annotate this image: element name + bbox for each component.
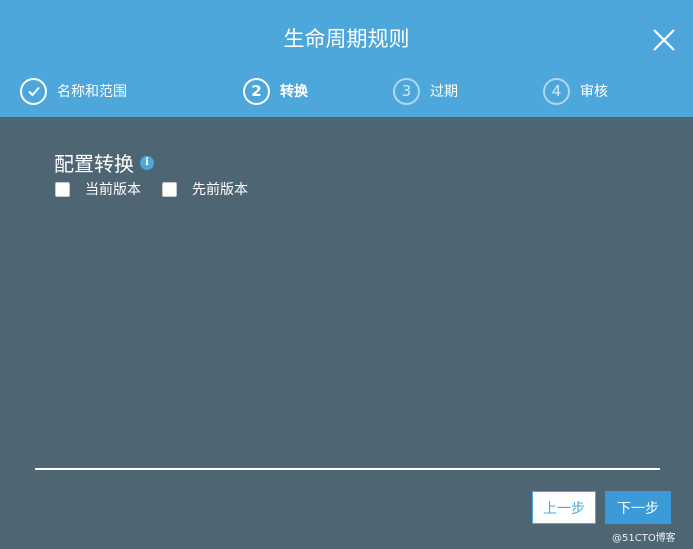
section-title: 配置转换 i (54, 148, 154, 177)
step-transition[interactable]: 2 转换 (243, 76, 308, 106)
next-button[interactable]: 下一步 (605, 491, 671, 524)
step-label: 转换 (280, 84, 308, 100)
check-circle-icon (20, 77, 47, 105)
dialog-title: 生命周期规则 (283, 27, 410, 51)
previous-version-checkbox[interactable] (162, 181, 177, 197)
step-label: 过期 (430, 84, 458, 100)
footer-divider (35, 468, 660, 470)
step-review[interactable]: 4 审核 (543, 76, 608, 106)
current-version-option[interactable]: 当前版本 (55, 179, 141, 199)
step-label: 名称和范围 (57, 84, 127, 100)
step-label: 审核 (580, 84, 608, 100)
section-title-text: 配置转换 (54, 152, 134, 176)
info-icon[interactable]: i (140, 155, 154, 170)
current-version-label: 当前版本 (85, 182, 141, 198)
previous-button[interactable]: 上一步 (532, 491, 596, 524)
current-version-checkbox[interactable] (55, 181, 70, 197)
step-name-and-scope[interactable]: 名称和范围 (20, 76, 127, 106)
previous-version-option[interactable]: 先前版本 (162, 179, 248, 199)
step-number: 4 (543, 77, 570, 105)
lifecycle-rule-dialog: 生命周期规则 名称和范围 2 转换 3 过期 4 审核 配置转换 i 当前版本 … (0, 0, 693, 549)
step-expiration[interactable]: 3 过期 (393, 76, 458, 106)
watermark: @51CTO博客 (612, 533, 676, 544)
close-icon[interactable] (650, 26, 678, 54)
previous-version-label: 先前版本 (192, 182, 248, 198)
step-number: 3 (393, 77, 420, 105)
dialog-header: 生命周期规则 名称和范围 2 转换 3 过期 4 审核 (0, 0, 693, 117)
step-number: 2 (243, 77, 270, 105)
